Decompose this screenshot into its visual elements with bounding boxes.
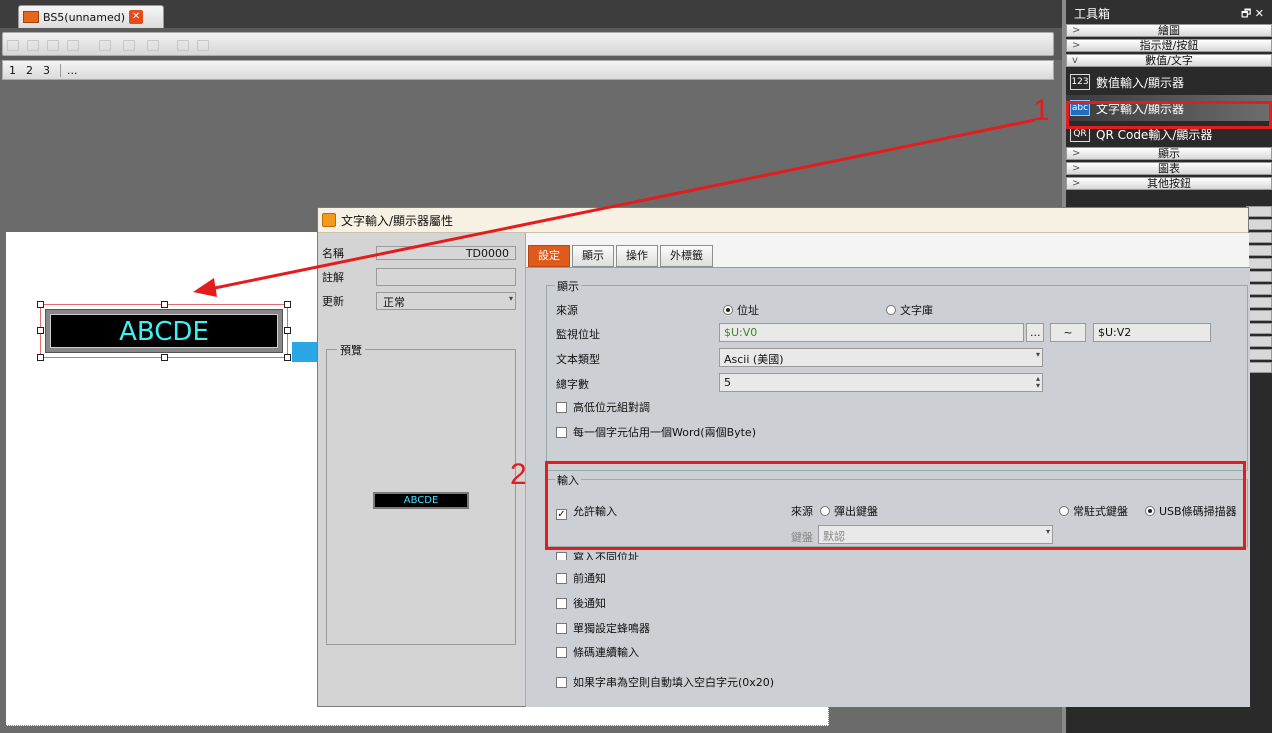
red-arrow-icon [193,118,1036,297]
